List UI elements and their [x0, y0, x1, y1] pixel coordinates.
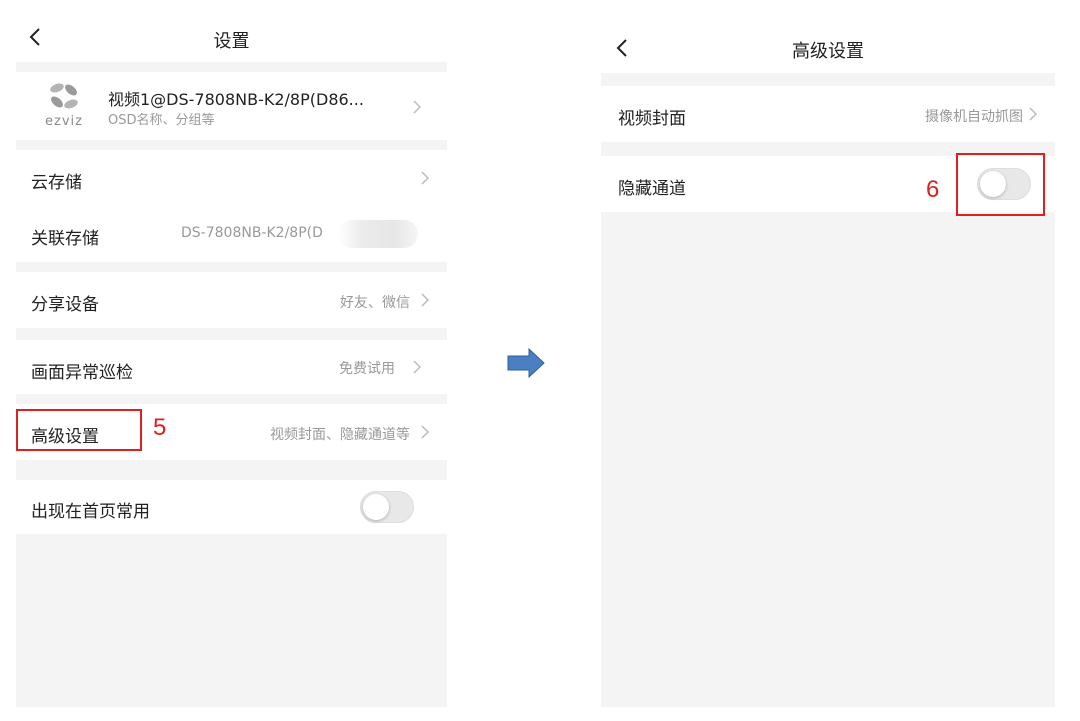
ezviz-logo: ezviz: [38, 82, 90, 130]
advanced-settings-value: 视频封面、隐藏通道等: [270, 427, 410, 443]
show-on-home-label: 出现在首页常用: [31, 502, 150, 522]
chevron-right-icon: [421, 425, 429, 439]
device-subtitle: OSD名称、分组等: [108, 113, 215, 128]
annotation-label-6: 6: [926, 176, 940, 203]
linked-storage-row[interactable]: 关联存储 DS-7808NB-K2/8P(D: [16, 206, 447, 262]
linked-storage-label: 关联存储: [31, 229, 99, 249]
video-cover-label: 视频封面: [618, 109, 686, 129]
video-cover-row[interactable]: 视频封面 摄像机自动抓图: [601, 86, 1055, 142]
settings-navbar: 设置: [16, 0, 447, 62]
image-patrol-label: 画面异常巡检: [31, 363, 133, 383]
hidden-channel-label: 隐藏通道: [618, 179, 686, 199]
video-cover-value: 摄像机自动抓图: [925, 109, 1023, 125]
chevron-right-icon: [413, 100, 421, 114]
image-patrol-row[interactable]: 画面异常巡检 免费试用: [16, 340, 447, 394]
chevron-right-icon: [413, 360, 421, 374]
redacted-blur: [338, 220, 418, 248]
cloud-storage-label: 云存储: [31, 173, 82, 193]
chevron-right-icon: [421, 171, 429, 185]
ezviz-logo-icon: [50, 83, 78, 109]
ezviz-logo-text: ezviz: [45, 114, 83, 129]
arrow-right-icon: [507, 348, 545, 378]
share-device-value: 好友、微信: [340, 295, 410, 311]
settings-screen: 设置 ezviz 视频1@DS-7808NB-K2/8P(D86... OSD名…: [16, 0, 447, 707]
annotation-box-5: [16, 409, 142, 451]
toggle-knob: [363, 494, 389, 520]
annotation-box-6: [956, 153, 1045, 216]
linked-storage-value: DS-7808NB-K2/8P(D: [181, 225, 323, 241]
annotation-label-5: 5: [153, 414, 167, 441]
device-name: 视频1@DS-7808NB-K2/8P(D86...: [108, 90, 364, 109]
device-info-row[interactable]: ezviz 视频1@DS-7808NB-K2/8P(D86... OSD名称、分…: [16, 72, 447, 140]
page-title: 设置: [213, 31, 250, 52]
show-on-home-row: 出现在首页常用: [16, 480, 447, 534]
advanced-navbar: 高级设置: [601, 0, 1055, 73]
chevron-right-icon: [421, 293, 429, 307]
share-device-label: 分享设备: [31, 295, 99, 315]
page-title: 高级设置: [792, 41, 864, 62]
image-patrol-value: 免费试用: [339, 361, 395, 377]
share-device-row[interactable]: 分享设备 好友、微信: [16, 272, 447, 328]
show-on-home-toggle[interactable]: [360, 491, 414, 523]
cloud-storage-row[interactable]: 云存储: [16, 150, 447, 206]
advanced-settings-screen: 高级设置 视频封面 摄像机自动抓图 隐藏通道: [601, 0, 1055, 707]
chevron-right-icon: [1029, 107, 1037, 121]
